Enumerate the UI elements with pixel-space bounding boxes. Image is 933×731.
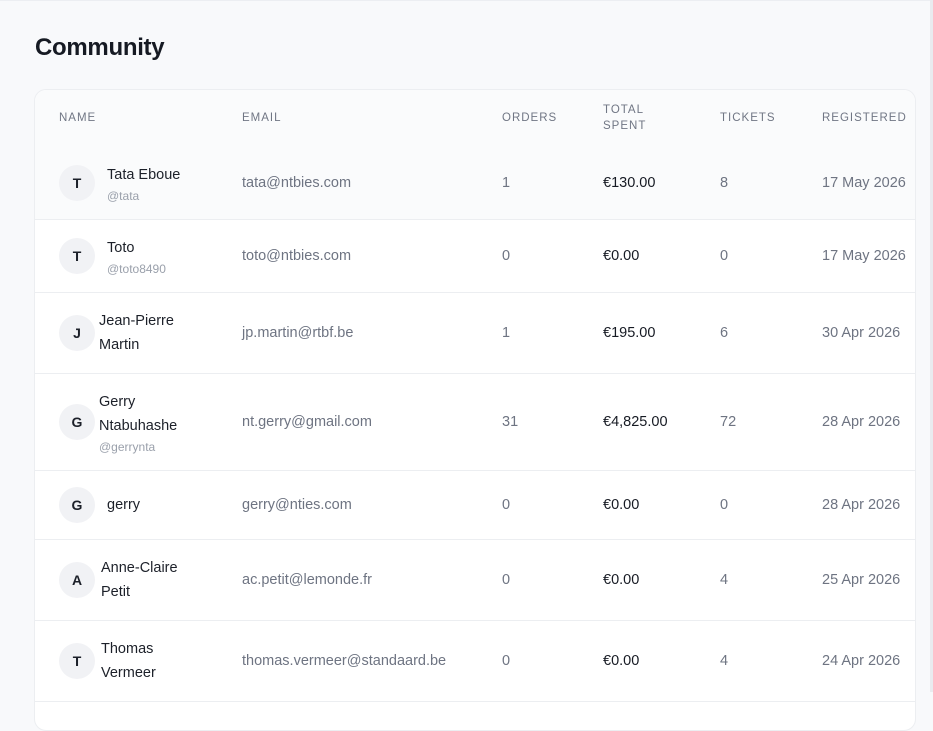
member-handle: @gerrynta <box>99 439 156 454</box>
member-registered: 30 Apr 2026 <box>822 325 901 341</box>
table-row[interactable]: T Thomas Vermeer thomas.vermeer@standaar… <box>35 621 915 702</box>
member-cell: J Jean-Pierre Martin <box>59 293 199 373</box>
table-row[interactable]: A Anne-Claire Petit ac.petit@lemonde.fr … <box>35 540 915 621</box>
column-header-tickets[interactable]: TICKETS <box>720 110 776 126</box>
avatar: T <box>59 238 95 274</box>
column-header-orders[interactable]: ORDERS <box>502 110 557 126</box>
member-orders: 1 <box>502 325 511 341</box>
member-orders: 1 <box>502 175 511 191</box>
member-cell: T Tata Eboue @tata <box>59 147 207 219</box>
avatar: A <box>59 562 95 598</box>
member-orders: 0 <box>502 572 511 588</box>
member-orders: 31 <box>502 414 519 430</box>
member-tickets: 72 <box>720 414 737 430</box>
avatar: T <box>59 643 95 679</box>
member-handle: @tata <box>107 188 140 203</box>
member-name: Toto <box>107 239 135 256</box>
window-top-border <box>0 0 933 1</box>
member-registered: 17 May 2026 <box>822 248 906 264</box>
member-email: toto@ntbies.com <box>242 248 352 264</box>
member-orders: 0 <box>502 653 511 669</box>
community-table: NAME EMAIL ORDERS TOTAL SPENT TICKETS RE… <box>34 89 916 731</box>
member-tickets: 6 <box>720 325 729 341</box>
member-registered: 24 Apr 2026 <box>822 653 901 669</box>
column-header-total-spent[interactable]: TOTAL SPENT <box>603 102 646 134</box>
table-row[interactable]: G gerry gerry@nties.com 0 €0.00 0 28 Apr… <box>35 471 915 540</box>
member-name: Anne-Claire Petit <box>101 560 178 600</box>
column-header-name[interactable]: NAME <box>59 110 96 126</box>
member-email: tata@ntbies.com <box>242 175 352 191</box>
member-total-spent: €0.00 <box>603 248 640 264</box>
member-tickets: 4 <box>720 653 729 669</box>
member-cell: T Thomas Vermeer <box>59 621 201 701</box>
member-email: ac.petit@lemonde.fr <box>242 572 372 588</box>
member-cell: A Anne-Claire Petit <box>59 540 201 620</box>
member-tickets: 0 <box>720 248 729 264</box>
member-name: Thomas Vermeer <box>101 641 156 681</box>
member-email: thomas.vermeer@standaard.be <box>242 653 447 669</box>
member-total-spent: €195.00 <box>603 325 656 341</box>
avatar: T <box>59 165 95 201</box>
member-orders: 0 <box>502 248 511 264</box>
member-tickets: 4 <box>720 572 729 588</box>
member-tickets: 8 <box>720 175 729 191</box>
page-title: Community <box>35 34 165 61</box>
avatar: G <box>59 404 95 440</box>
column-header-registered[interactable]: REGISTERED <box>822 110 907 126</box>
member-name: Jean-Pierre Martin <box>99 313 174 353</box>
member-registered: 25 Apr 2026 <box>822 572 901 588</box>
member-registered: 28 Apr 2026 <box>822 414 901 430</box>
column-header-total-spent-line2: SPENT <box>603 120 647 132</box>
column-header-email[interactable]: EMAIL <box>242 110 282 126</box>
member-cell: T Toto @toto8490 <box>59 220 207 292</box>
table-row[interactable]: T Toto @toto8490 toto@ntbies.com 0 €0.00… <box>35 220 915 293</box>
avatar: J <box>59 315 95 351</box>
member-total-spent: €0.00 <box>603 572 640 588</box>
member-name: gerry <box>107 497 141 513</box>
member-cell: G Gerry Ntabuhashe @gerrynta <box>59 374 199 470</box>
member-cell: G gerry <box>59 471 207 539</box>
avatar: G <box>59 487 95 523</box>
member-registered: 17 May 2026 <box>822 175 906 191</box>
member-tickets: 0 <box>720 497 729 513</box>
member-registered: 28 Apr 2026 <box>822 497 901 513</box>
member-name: Gerry Ntabuhashe <box>99 393 178 434</box>
member-handle: @toto8490 <box>107 261 166 276</box>
table-row[interactable]: J Jean-Pierre Martin jp.martin@rtbf.be 1… <box>35 293 915 374</box>
table-row[interactable]: T Tata Eboue @tata tata@ntbies.com 1 €13… <box>35 147 915 220</box>
member-name: Tata Eboue <box>107 166 181 183</box>
table-header: NAME EMAIL ORDERS TOTAL SPENT TICKETS RE… <box>35 90 915 148</box>
table-row[interactable]: G Gerry Ntabuhashe @gerrynta nt.gerry@gm… <box>35 374 915 471</box>
column-header-total-spent-line1: TOTAL <box>603 104 644 116</box>
member-total-spent: €0.00 <box>603 653 640 669</box>
member-email: gerry@nties.com <box>242 497 352 513</box>
member-total-spent: €0.00 <box>603 497 640 513</box>
member-email: jp.martin@rtbf.be <box>242 325 354 341</box>
member-total-spent: €130.00 <box>603 175 656 191</box>
member-email: nt.gerry@gmail.com <box>242 414 372 430</box>
member-orders: 0 <box>502 497 511 513</box>
member-total-spent: €4,825.00 <box>603 414 668 430</box>
